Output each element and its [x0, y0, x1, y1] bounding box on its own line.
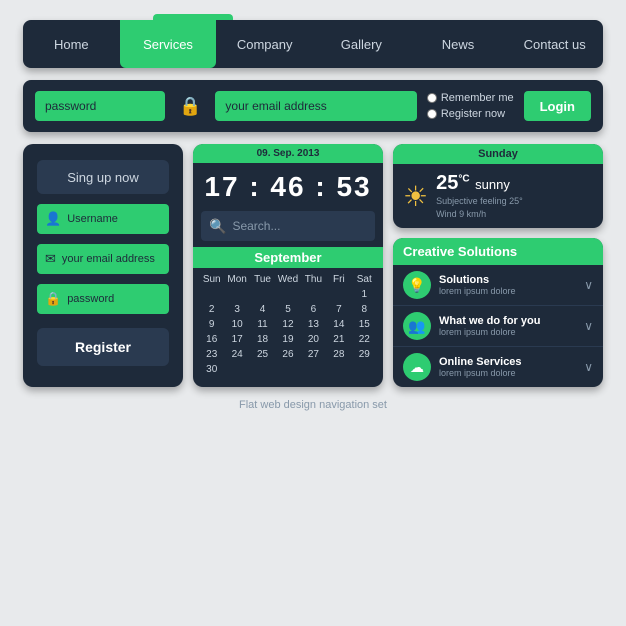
calendar-header-row: Sun Mon Tue Wed Thu Fri Sat [199, 272, 377, 287]
search-icon: 🔍 [209, 218, 226, 235]
clock-date: 09. Sep. 2013 [193, 144, 383, 163]
weather-info: 25°C sunny Subjective feeling 25° Wind 9… [436, 172, 593, 220]
search-bar[interactable]: 🔍 [201, 211, 375, 241]
solution-desc-2: lorem ipsum dolore [439, 327, 576, 337]
calendar-row-4: 16171819202122 [199, 332, 377, 347]
signup-lock-icon: 🔒 [45, 291, 61, 307]
nav-item-gallery[interactable]: Gallery [313, 20, 410, 68]
solution-title-1: Solutions [439, 274, 576, 286]
solution-title-2: What we do for you [439, 315, 576, 327]
signup-button[interactable]: Sing up now [37, 160, 169, 194]
signup-card: Sing up now 👤 Username ✉ your email addr… [23, 144, 183, 387]
nav-item-news[interactable]: News [410, 20, 507, 68]
nav-item-contact[interactable]: Contact us [506, 20, 603, 68]
sun-icon: ☀ [403, 180, 428, 213]
cal-hdr-fri: Fri [326, 272, 351, 287]
footer-label: Flat web design navigation set [239, 399, 387, 411]
nav-item-company[interactable]: Company [216, 20, 313, 68]
chevron-down-icon-1: ∨ [584, 278, 593, 292]
username-label: Username [67, 213, 118, 225]
weather-temp: 25°C sunny [436, 172, 593, 195]
cal-hdr-tue: Tue [250, 272, 275, 287]
signup-email-field: ✉ your email address [37, 244, 169, 274]
solutions-icon: 💡 [403, 271, 431, 299]
calendar-row-2: 2345678 [199, 302, 377, 317]
password-input[interactable] [35, 91, 165, 121]
solution-item-1[interactable]: 💡 Solutions lorem ipsum dolore ∨ [393, 265, 603, 306]
solutions-title: Creative Solutions [393, 238, 603, 265]
cloud-icon: ☁ [403, 353, 431, 381]
calendar-row-5: 23242526272829 [199, 347, 377, 362]
cal-hdr-sat: Sat [352, 272, 377, 287]
cal-hdr-mon: Mon [224, 272, 249, 287]
username-field: 👤 Username [37, 204, 169, 234]
solution-item-2[interactable]: 👥 What we do for you lorem ipsum dolore … [393, 306, 603, 347]
calendar-month: September [193, 247, 383, 268]
user-icon: 👤 [45, 211, 61, 227]
calendar-row-3: 9101112131415 [199, 317, 377, 332]
solution-desc-3: lorem ipsum dolore [439, 368, 576, 378]
register-radio[interactable] [427, 109, 437, 119]
clock-time: 17 : 46 : 53 [193, 163, 383, 211]
remember-radio[interactable] [427, 93, 437, 103]
chevron-down-icon-2: ∨ [584, 319, 593, 333]
solution-title-3: Online Services [439, 356, 576, 368]
signup-password-field: 🔒 password [37, 284, 169, 314]
team-icon: 👥 [403, 312, 431, 340]
cal-hdr-wed: Wed [275, 272, 300, 287]
email-icon: ✉ [45, 251, 56, 267]
calendar-card: 09. Sep. 2013 17 : 46 : 53 🔍 September S… [193, 144, 383, 387]
weather-body: ☀ 25°C sunny Subjective feeling 25° Wind… [393, 164, 603, 228]
register-label[interactable]: Register now [427, 108, 514, 120]
calendar-row-1: 1 [199, 287, 377, 302]
search-input[interactable] [232, 219, 383, 233]
chevron-down-icon-3: ∨ [584, 360, 593, 374]
solution-desc-1: lorem ipsum dolore [439, 286, 576, 296]
solutions-card: Creative Solutions 💡 Solutions lorem ips… [393, 238, 603, 387]
navigation-bar: Home Services Company Gallery News Conta… [23, 20, 603, 68]
login-bar: 🔒 Remember me Register now Login [23, 80, 603, 132]
remember-label[interactable]: Remember me [427, 92, 514, 104]
signup-email-label: your email address [62, 253, 155, 265]
calendar-row-6: 30 [199, 362, 377, 377]
weather-card: Sunday ☀ 25°C sunny Subjective feeling 2… [393, 144, 603, 228]
cal-hdr-thu: Thu [301, 272, 326, 287]
signup-password-label: password [67, 293, 114, 305]
nav-item-services[interactable]: Services [120, 20, 217, 68]
register-button[interactable]: Register [37, 328, 169, 366]
solution-text-3: Online Services lorem ipsum dolore [439, 356, 576, 378]
lock-icon: 🔒 [175, 96, 205, 117]
solution-text-1: Solutions lorem ipsum dolore [439, 274, 576, 296]
solution-item-3[interactable]: ☁ Online Services lorem ipsum dolore ∨ [393, 347, 603, 387]
right-cards: Sunday ☀ 25°C sunny Subjective feeling 2… [393, 144, 603, 387]
solution-text-2: What we do for you lorem ipsum dolore [439, 315, 576, 337]
cal-hdr-sun: Sun [199, 272, 224, 287]
weather-day: Sunday [393, 144, 603, 164]
weather-details: Subjective feeling 25° Wind 9 km/h [436, 195, 593, 220]
login-button[interactable]: Login [524, 91, 591, 121]
bottom-section: Sing up now 👤 Username ✉ your email addr… [23, 144, 603, 387]
email-input[interactable] [215, 91, 416, 121]
calendar-grid: Sun Mon Tue Wed Thu Fri Sat 1 2345678 91… [193, 268, 383, 387]
nav-item-home[interactable]: Home [23, 20, 120, 68]
radio-group: Remember me Register now [427, 92, 514, 120]
